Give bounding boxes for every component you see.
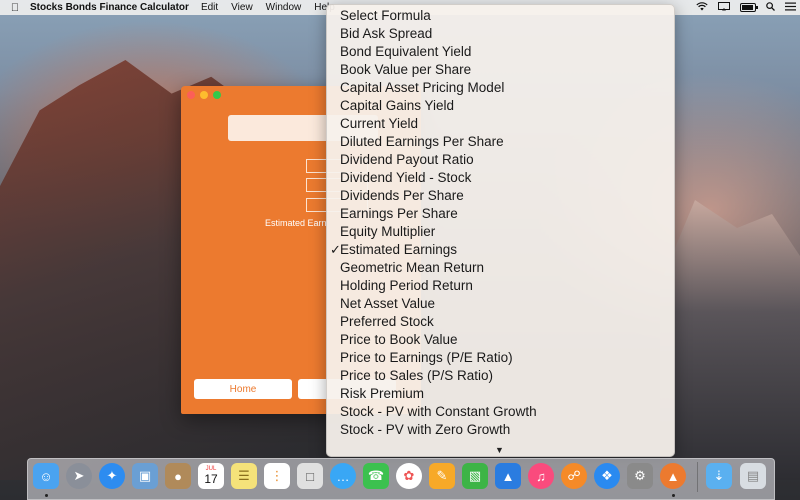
wallpaper-mountain-right (660, 200, 800, 480)
window-zoom-button[interactable] (213, 91, 221, 99)
system-preferences-icon[interactable]: ⚙ (627, 463, 653, 489)
menu-option-price-to-earnings[interactable]: Price to Earnings (P/E Ratio) (327, 349, 674, 367)
menu-option-estimated-earnings[interactable]: ✓ Estimated Earnings (327, 241, 674, 259)
window-close-button[interactable] (187, 91, 195, 99)
menu-option-price-to-sales[interactable]: Price to Sales (P/S Ratio) (327, 367, 674, 385)
menu-option-risk-premium[interactable]: Risk Premium (327, 385, 674, 403)
finance-calculator-icon[interactable]: ▲ (660, 463, 686, 489)
battery-icon[interactable] (740, 3, 758, 12)
checkmark-icon: ✓ (330, 242, 341, 257)
numbers-icon[interactable]: ▧ (462, 463, 488, 489)
menu-option-geometric-mean-return[interactable]: Geometric Mean Return (327, 259, 674, 277)
preview-icon[interactable]: ▣ (132, 463, 158, 489)
keynote-icon[interactable]: ▲ (495, 463, 521, 489)
menu-edit[interactable]: Edit (201, 2, 218, 13)
menu-option-earnings-per-share[interactable]: Earnings Per Share (327, 205, 674, 223)
calculator-running-indicator (672, 494, 675, 497)
photos-icon[interactable]: ✿ (396, 463, 422, 489)
menu-option-holding-period-return[interactable]: Holding Period Return (327, 277, 674, 295)
scroll-down-arrow-icon[interactable]: ▼ (495, 445, 504, 455)
wifi-icon[interactable] (696, 1, 708, 14)
menu-option-bond-equivalent-yield[interactable]: Bond Equivalent Yield (327, 43, 674, 61)
photo-booth-icon[interactable]: □ (297, 463, 323, 489)
estimated-earnings-label: Estimated Earn (265, 218, 327, 228)
menu-option-capm[interactable]: Capital Asset Pricing Model (327, 79, 674, 97)
menu-option-price-to-book-value[interactable]: Price to Book Value (327, 331, 674, 349)
launchpad-icon[interactable]: ➤ (66, 463, 92, 489)
messages-icon[interactable]: … (330, 463, 356, 489)
notification-center-icon[interactable] (785, 2, 796, 14)
finder-icon[interactable]: ☺ (33, 463, 59, 489)
spotlight-search-icon[interactable] (766, 1, 775, 14)
menu-option-stock-pv-constant-growth[interactable]: Stock - PV with Constant Growth (327, 403, 674, 421)
home-button[interactable]: Home (194, 379, 292, 399)
menu-option-stock-pv-zero-growth[interactable]: Stock - PV with Zero Growth (327, 421, 674, 439)
menu-option-diluted-eps[interactable]: Diluted Earnings Per Share (327, 133, 674, 151)
ibooks-icon[interactable]: ☍ (561, 463, 587, 489)
safari-icon[interactable]: ✦ (99, 463, 125, 489)
menu-option-bid-ask-spread[interactable]: Bid Ask Spread (327, 25, 674, 43)
menu-option-dividend-payout-ratio[interactable]: Dividend Payout Ratio (327, 151, 674, 169)
menu-view[interactable]: View (231, 2, 253, 13)
menu-option-dividend-yield-stock[interactable]: Dividend Yield - Stock (327, 169, 674, 187)
apple-menu-icon[interactable]:  (6, 2, 24, 14)
menu-option-capital-gains-yield[interactable]: Capital Gains Yield (327, 97, 674, 115)
menu-option-preferred-stock[interactable]: Preferred Stock (327, 313, 674, 331)
dock-separator (697, 462, 698, 492)
menu-option-net-asset-value[interactable]: Net Asset Value (327, 295, 674, 313)
menu-option-label: Estimated Earnings (340, 242, 458, 257)
status-area (696, 0, 796, 15)
pages-icon[interactable]: ✎ (429, 463, 455, 489)
calendar-day: 17 (204, 472, 218, 486)
reminders-icon[interactable]: ⋮ (264, 463, 290, 489)
itunes-icon[interactable]: ♫ (528, 463, 554, 489)
trash-icon[interactable]: ▤ (740, 463, 766, 489)
window-minimize-button[interactable] (200, 91, 208, 99)
menu-option-equity-multiplier[interactable]: Equity Multiplier (327, 223, 674, 241)
menu-window[interactable]: Window (266, 2, 302, 13)
contacts-icon[interactable]: ● (165, 463, 191, 489)
finder-running-indicator (45, 494, 48, 497)
display-mirror-icon[interactable] (718, 1, 730, 14)
menu-option-book-value-per-share[interactable]: Book Value per Share (327, 61, 674, 79)
menu-option-dividends-per-share[interactable]: Dividends Per Share (327, 187, 674, 205)
notes-icon[interactable]: ☰ (231, 463, 257, 489)
app-store-icon[interactable]: ❖ (594, 463, 620, 489)
facetime-icon[interactable]: ☎ (363, 463, 389, 489)
menu-option-current-yield[interactable]: Current Yield (327, 115, 674, 133)
formula-dropdown-menu: Select Formula Bid Ask Spread Bond Equiv… (326, 4, 675, 457)
calendar-icon[interactable]: JUL 17 (198, 463, 224, 489)
menu-option-select-formula[interactable]: Select Formula (327, 7, 674, 25)
app-name-menu[interactable]: Stocks Bonds Finance Calculator (30, 2, 189, 13)
downloads-folder-icon[interactable]: ⇣ (706, 463, 732, 489)
